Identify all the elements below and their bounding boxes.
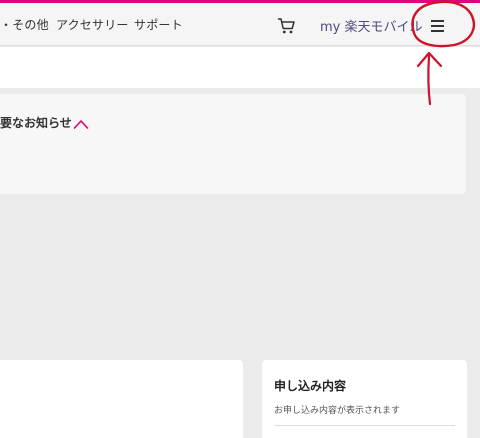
hamburger-menu-icon	[431, 20, 444, 22]
global-header: ・その他 アクセサリー サポート my 楽天モバイル	[0, 0, 480, 46]
sub-header	[0, 47, 480, 88]
nav-item-accessories[interactable]: アクセサリー	[56, 16, 129, 33]
divider	[274, 425, 455, 426]
chevron-up-icon[interactable]	[73, 115, 89, 129]
page: ・その他 アクセサリー サポート my 楽天モバイル 要なお知らせ 申し込み内容…	[0, 0, 480, 438]
cart-icon[interactable]	[277, 16, 297, 36]
my-rakuten-mobile-link[interactable]: my 楽天モバイル	[320, 16, 423, 35]
application-summary-title: 申し込み内容	[274, 379, 347, 393]
main-content-card	[0, 360, 243, 438]
hamburger-menu-button[interactable]	[427, 15, 449, 37]
nav-item-other[interactable]: ・その他	[0, 16, 49, 33]
nav-item-support[interactable]: サポート	[134, 16, 183, 33]
notice-panel: 要なお知らせ	[0, 94, 466, 194]
application-summary-card: 申し込み内容 お申し込み内容が表示されます	[262, 360, 467, 438]
notice-title: 要なお知らせ	[0, 116, 72, 130]
application-summary-description: お申し込み内容が表示されます	[274, 406, 401, 416]
